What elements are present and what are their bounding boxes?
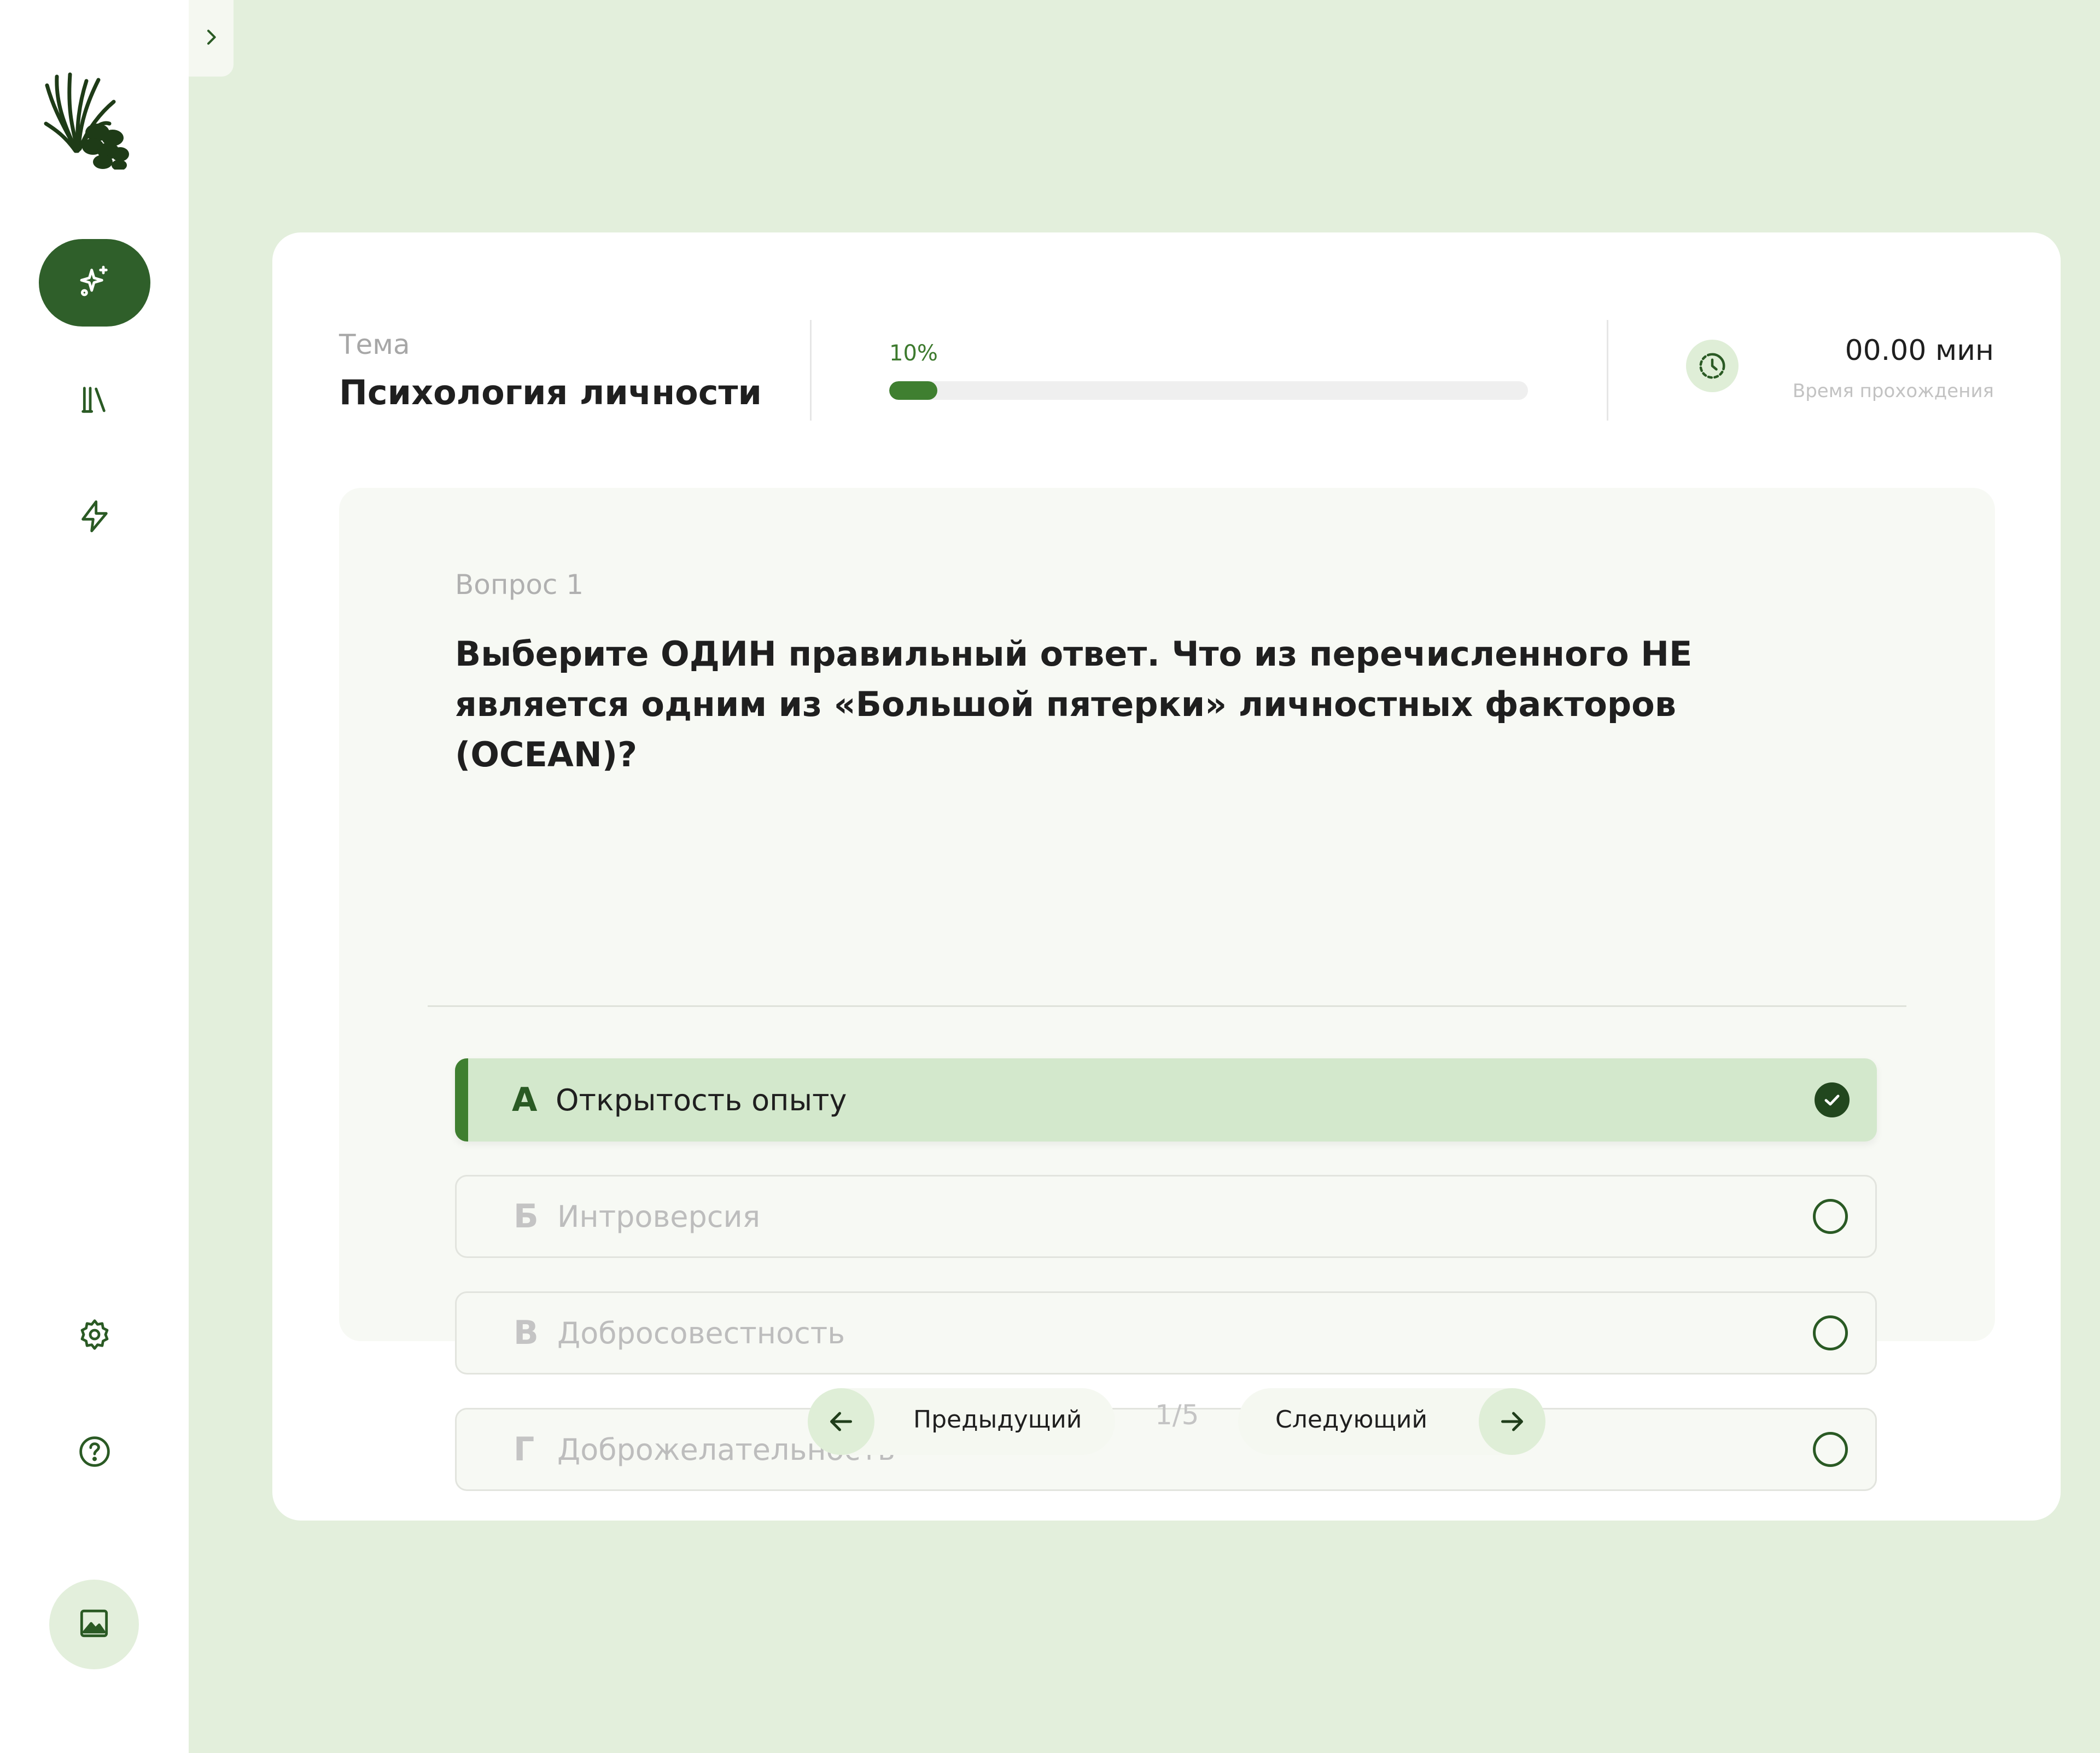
option-letter: Б xyxy=(514,1197,539,1236)
clock-history-icon xyxy=(1686,340,1739,392)
option-letter: А xyxy=(512,1081,538,1119)
progress-bar-fill xyxy=(889,381,937,400)
app-root: Тема Психология личности 10% 00.00 мин В… xyxy=(0,0,2100,1753)
topic-title: Психология личности xyxy=(339,372,762,412)
sidebar-item-help[interactable] xyxy=(39,1409,150,1496)
option-letter: В xyxy=(514,1314,539,1352)
question-number: Вопрос 1 xyxy=(455,569,584,601)
option-letter: Г xyxy=(514,1430,535,1469)
pine-logo-icon xyxy=(44,69,131,171)
answer-option-c[interactable]: В Добросовестность xyxy=(455,1291,1877,1375)
sidebar-item-flash[interactable] xyxy=(39,474,150,561)
topic-label: Тема xyxy=(339,329,410,360)
radio-empty-icon xyxy=(1813,1315,1848,1350)
previous-label: Предыдущий xyxy=(913,1406,1082,1434)
question-text: Выберите ОДИН правильный ответ. Что из п… xyxy=(455,634,1693,774)
chevron-right-icon xyxy=(200,26,222,50)
sparkles-icon xyxy=(77,264,112,301)
gear-icon xyxy=(77,1317,112,1354)
arrow-left-icon xyxy=(808,1388,874,1455)
media-button[interactable] xyxy=(49,1580,139,1669)
radio-empty-icon xyxy=(1813,1199,1848,1234)
arrow-right-icon xyxy=(1479,1388,1545,1455)
sidebar-collapse-button[interactable] xyxy=(189,0,234,77)
header-divider xyxy=(1607,320,1608,421)
option-text: Интроверсия xyxy=(557,1199,761,1234)
progress-percent: 10% xyxy=(889,341,938,366)
sidebar xyxy=(0,0,189,1753)
progress-bar xyxy=(889,381,1528,400)
sidebar-item-settings[interactable] xyxy=(39,1292,150,1379)
elapsed-time: 00.00 мин xyxy=(1845,334,1994,367)
question-divider xyxy=(428,1005,1906,1007)
selected-indicator-bar xyxy=(455,1058,468,1142)
help-icon xyxy=(77,1434,112,1471)
next-label: Следующий xyxy=(1275,1406,1428,1434)
answer-option-a[interactable]: А Открытость опыту xyxy=(455,1058,1877,1142)
option-text: Открытость опыту xyxy=(556,1082,847,1117)
next-button[interactable]: Следующий xyxy=(1238,1388,1545,1455)
library-icon xyxy=(77,382,112,420)
question-panel: Вопрос 1 Выберите ОДИН правильный ответ.… xyxy=(339,488,1995,1491)
page-indicator: 1/5 xyxy=(1155,1399,1199,1431)
image-icon xyxy=(77,1606,112,1643)
quiz-card: Тема Психология личности 10% 00.00 мин В… xyxy=(272,232,2061,1521)
answer-option-b[interactable]: Б Интроверсия xyxy=(455,1175,1877,1258)
sidebar-item-ai[interactable] xyxy=(39,239,150,327)
radio-empty-icon xyxy=(1813,1432,1848,1467)
sidebar-item-library[interactable] xyxy=(39,357,150,445)
previous-button[interactable]: Предыдущий xyxy=(808,1388,1115,1455)
option-text: Добросовестность xyxy=(557,1315,845,1350)
header-divider xyxy=(810,320,812,421)
lightning-icon xyxy=(77,499,112,536)
check-circle-icon xyxy=(1815,1082,1850,1117)
elapsed-time-label: Время прохождения xyxy=(1792,380,1994,402)
